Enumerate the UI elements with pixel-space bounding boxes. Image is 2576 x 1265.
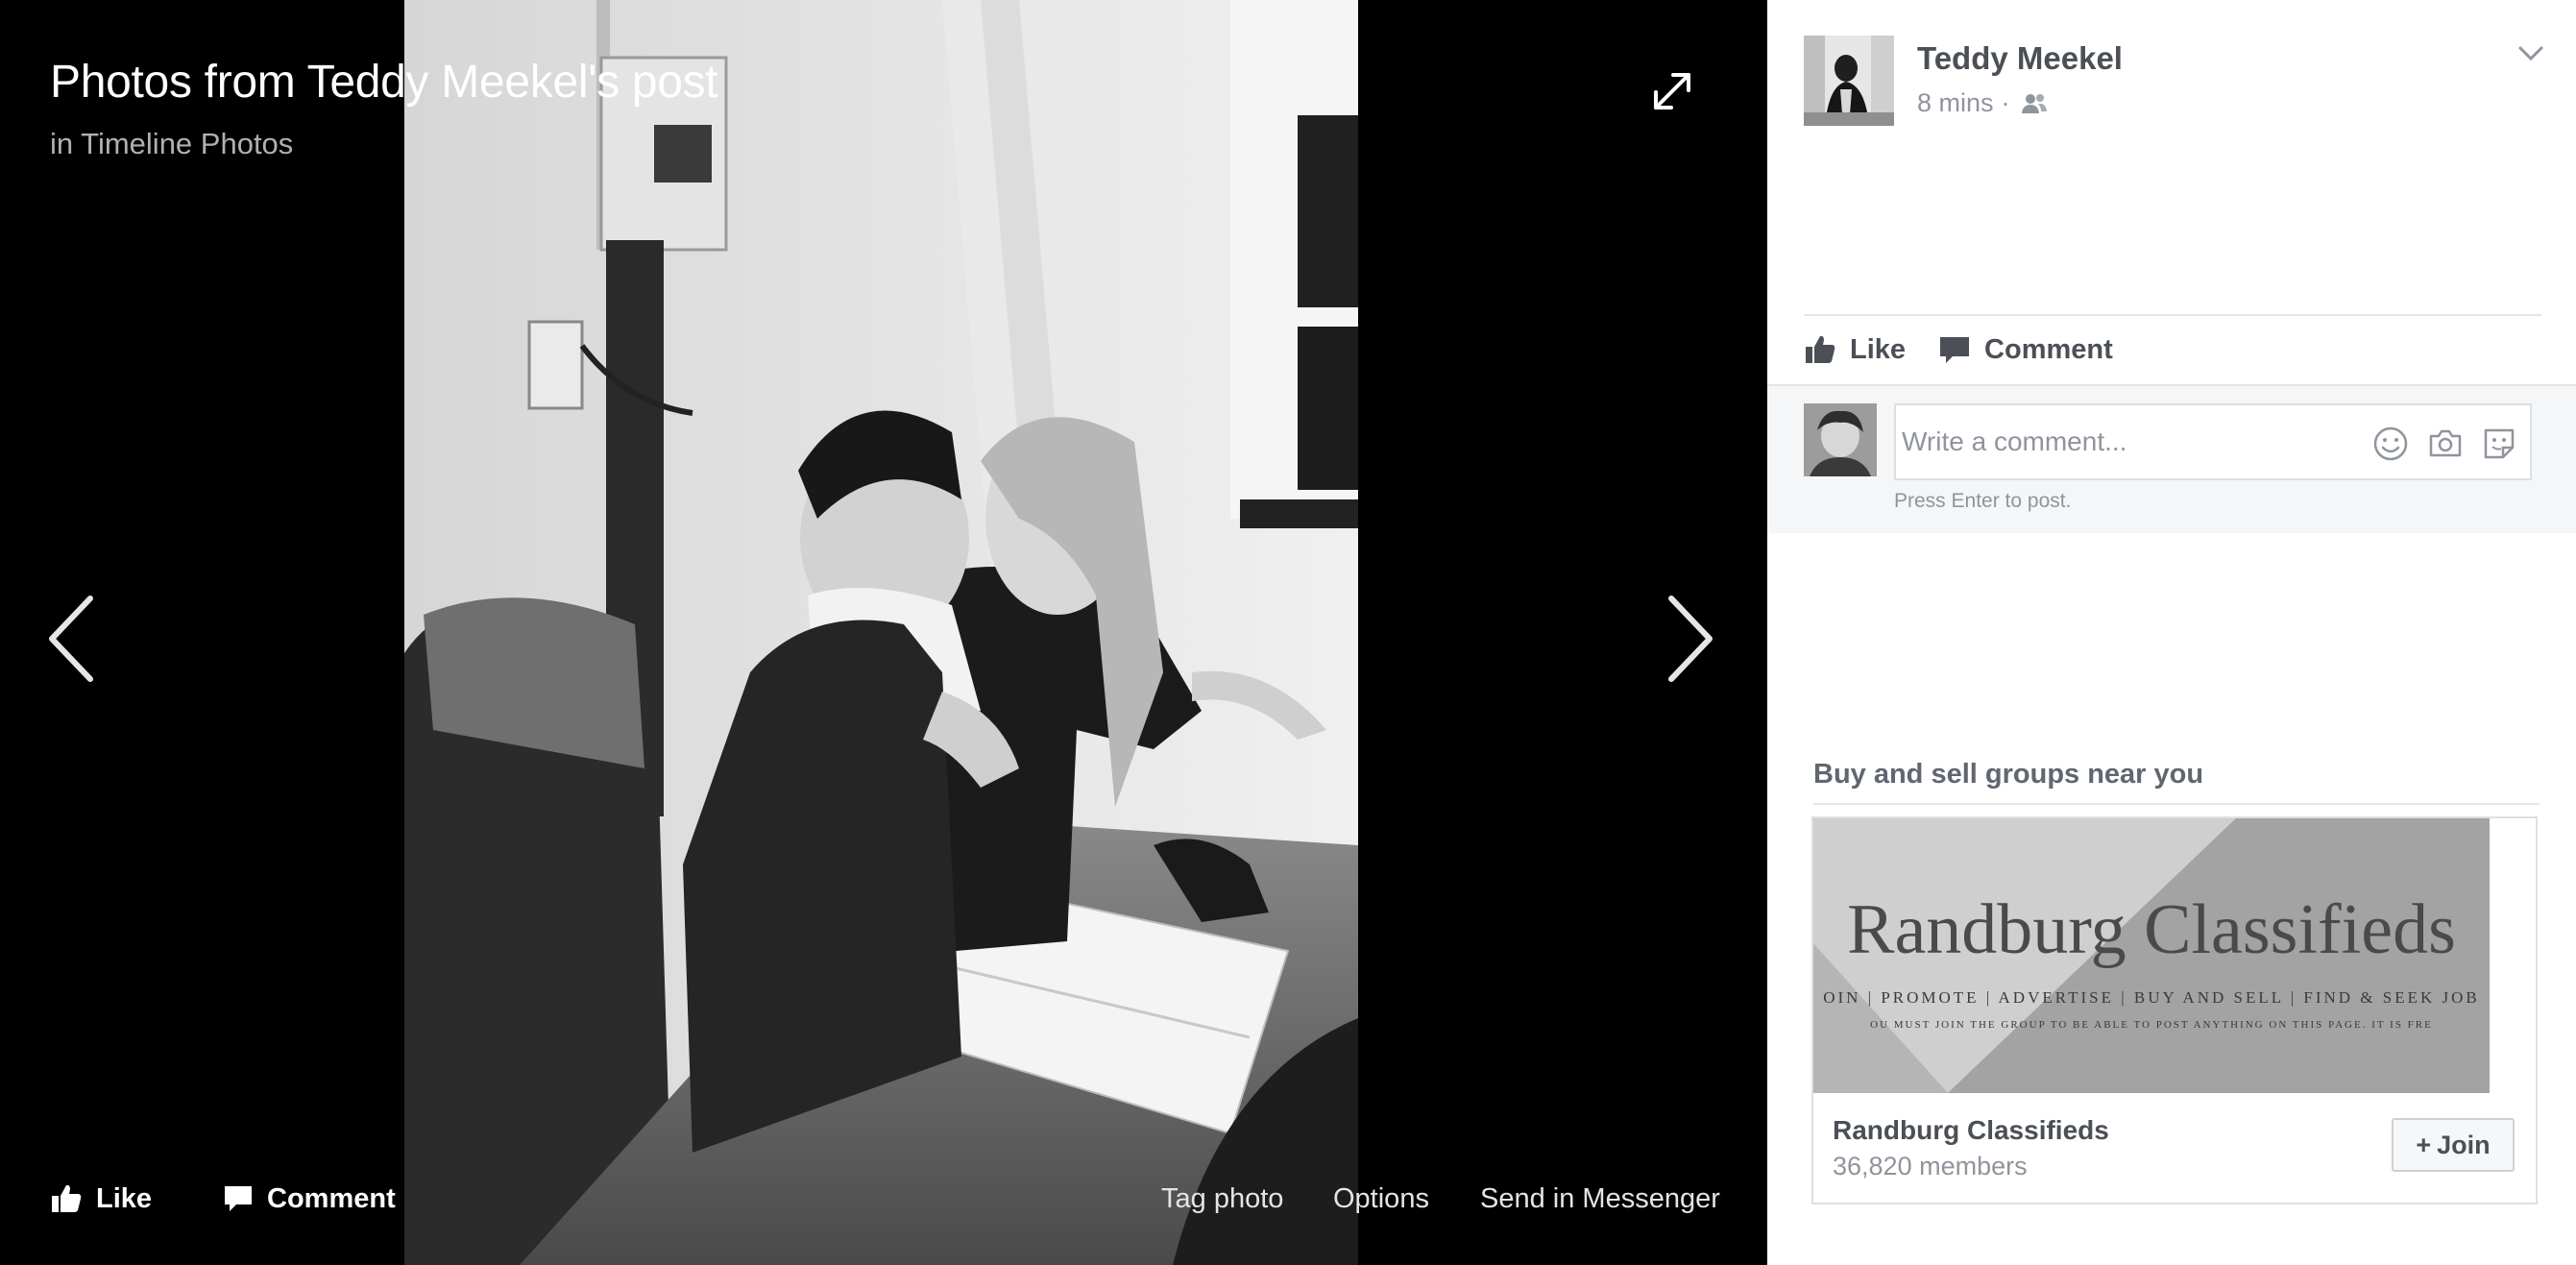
cover-heading: Randburg Classifieds [1847, 890, 2456, 969]
group-suggestion-card: Randburg Classifieds OIN | PROMOTE | ADV… [1811, 816, 2538, 1204]
comment-box [1894, 403, 2532, 480]
photo-like-button[interactable]: Like [50, 1170, 152, 1228]
like-button[interactable]: Like [1804, 333, 1906, 366]
thumbs-up-icon [1806, 335, 1835, 363]
post-meta: 8 mins · [1917, 88, 2049, 118]
post-photo[interactable] [404, 0, 1358, 1265]
friends-icon[interactable] [2020, 92, 2049, 115]
cover-notice: OU MUST JOIN THE GROUP TO BE ABLE TO POS… [1870, 1019, 2433, 1031]
plus-icon: + [2416, 1130, 2432, 1159]
comment-button[interactable]: Comment [1938, 333, 2113, 366]
author-avatar[interactable] [1804, 36, 1894, 126]
camera-icon[interactable] [2426, 425, 2465, 463]
join-label: Join [2437, 1130, 2491, 1159]
comment-bubble-icon [1940, 337, 1970, 363]
like-label: Like [1850, 333, 1907, 365]
cover-tagline: OIN | PROMOTE | ADVERTISE | BUY AND SELL… [1823, 988, 2480, 1007]
photo-viewer: Photos from Teddy Meekel's post in Timel… [0, 0, 1767, 1265]
thumbs-up-icon [52, 1184, 82, 1212]
tag-photo-link[interactable]: Tag photo [1161, 1170, 1283, 1228]
chevron-down-icon[interactable] [2516, 44, 2545, 63]
sticker-icon[interactable] [2480, 425, 2518, 463]
photo-comment-button[interactable]: Comment [223, 1170, 396, 1228]
photo-comment-label: Comment [267, 1182, 396, 1214]
suggestions-title: Buy and sell groups near you [1813, 759, 2204, 790]
options-link[interactable]: Options [1333, 1170, 1429, 1228]
divider [1813, 803, 2540, 805]
chevron-left-icon[interactable] [42, 591, 100, 687]
join-group-button[interactable]: + Join [2392, 1118, 2515, 1172]
photo-action-bar: Like Comment Tag photo Options Send in M… [0, 1170, 1767, 1228]
post-side-panel: Teddy Meekel 8 mins · Like Comment Write… [1767, 0, 2576, 1265]
comment-hint: Press Enter to post. [1894, 490, 2072, 512]
group-cover-image[interactable]: Randburg Classifieds OIN | PROMOTE | ADV… [1813, 818, 2490, 1093]
expand-icon[interactable] [1648, 67, 1696, 115]
author-name[interactable]: Teddy Meekel [1917, 40, 2123, 77]
chevron-right-icon[interactable] [1662, 591, 1719, 687]
photo-like-label: Like [96, 1182, 153, 1214]
send-in-messenger-link[interactable]: Send in Messenger [1480, 1170, 1720, 1228]
divider [1804, 314, 2541, 316]
comment-bubble-icon [225, 1186, 252, 1211]
comment-label: Comment [1984, 333, 2113, 365]
comment-input[interactable] [1902, 411, 2353, 473]
comment-composer: Press Enter to post. [1767, 384, 2576, 533]
post-timestamp[interactable]: 8 mins [1917, 88, 1994, 118]
viewer-title: Photos from Teddy Meekel's post [50, 57, 718, 108]
group-member-count: 36,820 members [1833, 1152, 2028, 1180]
emoji-icon[interactable] [2371, 425, 2410, 463]
meta-separator: · [2001, 88, 2010, 117]
post-actions: Like Comment [1804, 328, 2146, 371]
photo-image [404, 0, 1358, 1265]
avatar[interactable] [1804, 403, 1877, 476]
album-link[interactable]: in Timeline Photos [50, 127, 293, 161]
group-name[interactable]: Randburg Classifieds [1833, 1115, 2109, 1146]
